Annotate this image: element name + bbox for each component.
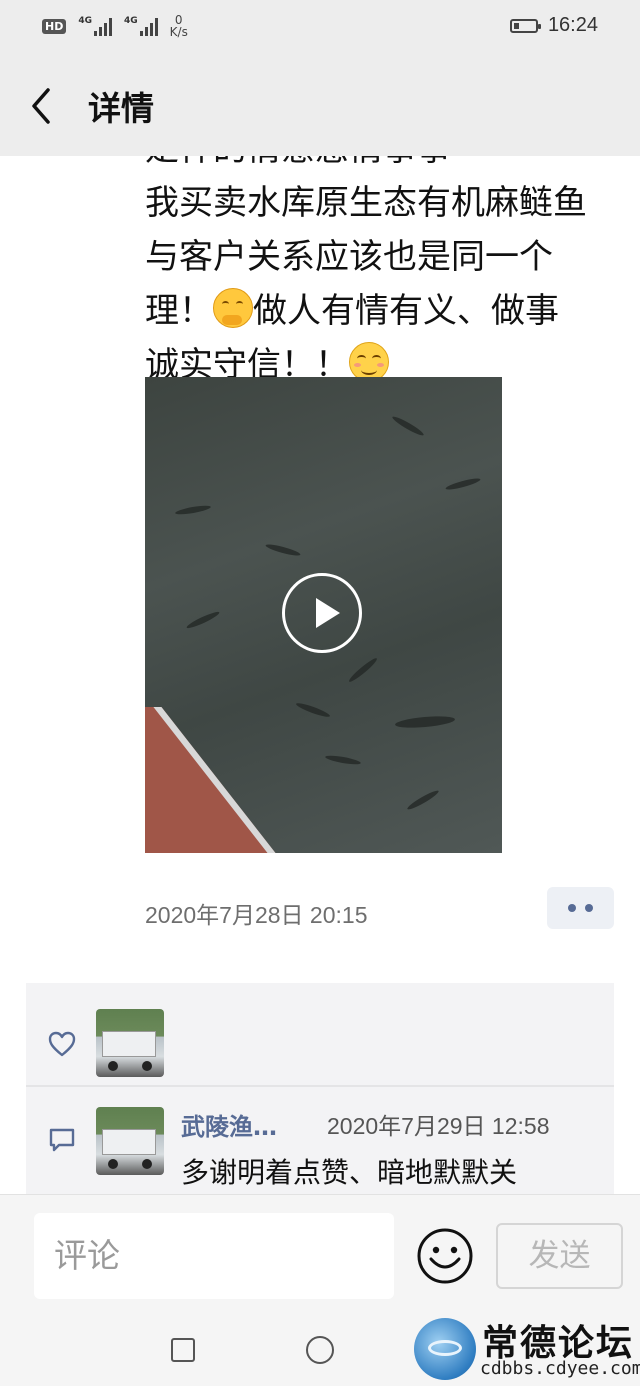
post-timestamp: 2020年7月28日 20:15: [145, 902, 368, 928]
more-options-button[interactable]: [547, 887, 614, 929]
signal-icon: [139, 16, 158, 36]
forum-logo-icon: [414, 1318, 476, 1380]
network-speed: 0 K/s: [170, 14, 188, 38]
watermark: 常德论坛 cdbbs.cdyee.com: [412, 1312, 640, 1386]
commenter-name[interactable]: 武陵渔…: [181, 1107, 277, 1142]
network-type-1: 4G: [78, 16, 92, 26]
liker-avatar[interactable]: [96, 1009, 164, 1077]
comment-text: 多谢明着点赞、暗地默默关: [181, 1156, 518, 1189]
hd-badge: HD: [42, 18, 67, 34]
commenter-avatar[interactable]: [96, 1107, 164, 1175]
smile-emoji-icon: [349, 342, 389, 382]
post-text-line: 是样的情意感情事事: [145, 156, 625, 176]
send-button[interactable]: 发送: [496, 1223, 623, 1289]
dot-icon: [585, 904, 593, 912]
post-text-line: 我买卖水库原生态有机麻鲢鱼: [145, 183, 587, 223]
post-text: 是样的情意感情事事 我买卖水库原生态有机麻鲢鱼 与客户关系应该也是同一个 理！ 做…: [145, 156, 625, 392]
recent-apps-icon[interactable]: [171, 1338, 195, 1362]
post-text-line: 理！ 做人有情有义、做事: [145, 284, 625, 338]
dot-icon: [568, 904, 576, 912]
post-detail[interactable]: 是样的情意感情事事 我买卖水库原生态有机麻鲢鱼 与客户关系应该也是同一个 理！ 做…: [0, 156, 640, 1194]
thinking-emoji-icon: [213, 288, 253, 328]
status-bar: HD 4G 4G 0 K/s 16:24: [0, 0, 640, 56]
page-title: 详情: [88, 89, 154, 128]
status-bar-left: HD 4G 4G 0 K/s: [42, 14, 188, 38]
comments-panel: 武陵渔… 2020年7月29日 12:58 多谢明着点赞、暗地默默关: [26, 1087, 614, 1194]
status-bar-right: 16:24: [509, 14, 598, 37]
back-arrow-icon: [32, 88, 50, 124]
likes-panel: [26, 983, 614, 1085]
header: 详情: [0, 56, 640, 156]
video-thumbnail[interactable]: [145, 377, 502, 853]
emoji-button-icon[interactable]: [416, 1227, 474, 1285]
home-icon[interactable]: [306, 1336, 334, 1364]
signal-1: 4G: [78, 16, 112, 36]
post-text-line: 与客户关系应该也是同一个: [145, 237, 553, 277]
watermark-url: cdbbs.cdyee.com: [480, 1358, 640, 1379]
comment-icon: [49, 1128, 75, 1152]
play-icon[interactable]: [282, 573, 362, 653]
signal-2: 4G: [124, 16, 158, 36]
clock: 16:24: [547, 14, 598, 36]
comment-timestamp: 2020年7月29日 12:58: [327, 1113, 550, 1139]
post-text-segment: 理！: [145, 291, 213, 331]
signal-icon: [94, 16, 112, 36]
speed-unit: K/s: [169, 25, 188, 39]
network-type-2: 4G: [124, 16, 138, 26]
post-text-segment: 做人有情有义、做事: [253, 291, 559, 331]
heart-icon: [48, 1031, 76, 1057]
battery-level: [513, 22, 519, 29]
comment-input[interactable]: 评论: [34, 1213, 394, 1299]
comment-input-bar: 评论 发送: [0, 1194, 640, 1315]
battery-icon: [509, 18, 541, 33]
back-button[interactable]: [22, 82, 62, 130]
boat-edge: [145, 707, 365, 853]
